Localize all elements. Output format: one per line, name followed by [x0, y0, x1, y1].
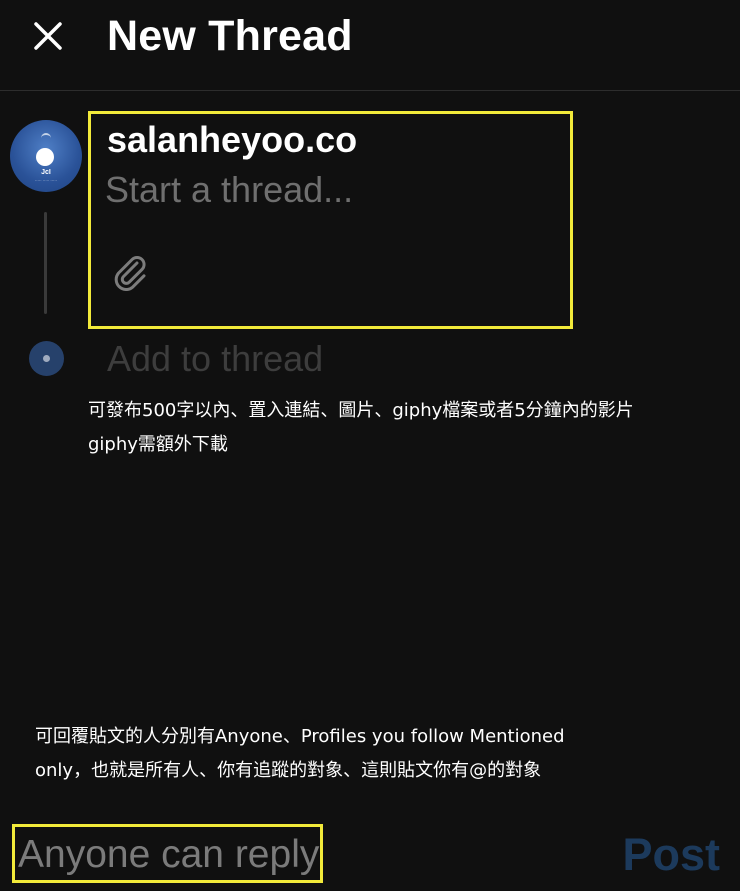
avatar-disc: [36, 148, 54, 166]
avatar-logo-mark: [41, 133, 51, 143]
attach-button[interactable]: [108, 250, 152, 294]
annotation-line: giphy需額外下載: [88, 434, 228, 455]
annotation-note-reply: 可回覆貼文的人分別有Anyone、Profiles you follow Men…: [35, 720, 565, 788]
annotation-note-compose: 可發布500字以內、置入連結、圖片、giphy檔案或者5分鐘內的影片 giphy…: [88, 394, 634, 462]
avatar-sublabel: ····· ····· ·····: [34, 178, 58, 183]
annotation-line: 可發布500字以內、置入連結、圖片、giphy檔案或者5分鐘內的影片: [88, 400, 634, 421]
page-title: New Thread: [107, 12, 353, 60]
add-to-thread-button[interactable]: Add to thread: [107, 336, 323, 382]
avatar-small: [29, 341, 64, 376]
annotation-line: only，也就是所有人、你有追蹤的對象、這則貼文你有@的對象: [35, 760, 542, 781]
avatar[interactable]: JcI ····· ····· ·····: [10, 120, 82, 192]
username: salanheyoo.co: [107, 119, 358, 160]
thread-text-input[interactable]: [105, 167, 555, 213]
post-button[interactable]: Post: [622, 828, 720, 882]
annotation-line: 可回覆貼文的人分別有Anyone、Profiles you follow Men…: [35, 726, 565, 747]
reply-permission-selector[interactable]: Anyone can reply: [18, 830, 319, 880]
close-button[interactable]: [26, 14, 70, 58]
paperclip-icon: [114, 256, 146, 291]
thread-connector-line: [44, 212, 47, 314]
close-icon: [34, 22, 62, 50]
avatar-small-dot: [43, 355, 50, 362]
avatar-label: JcI: [41, 169, 51, 176]
header-divider: [0, 90, 740, 91]
